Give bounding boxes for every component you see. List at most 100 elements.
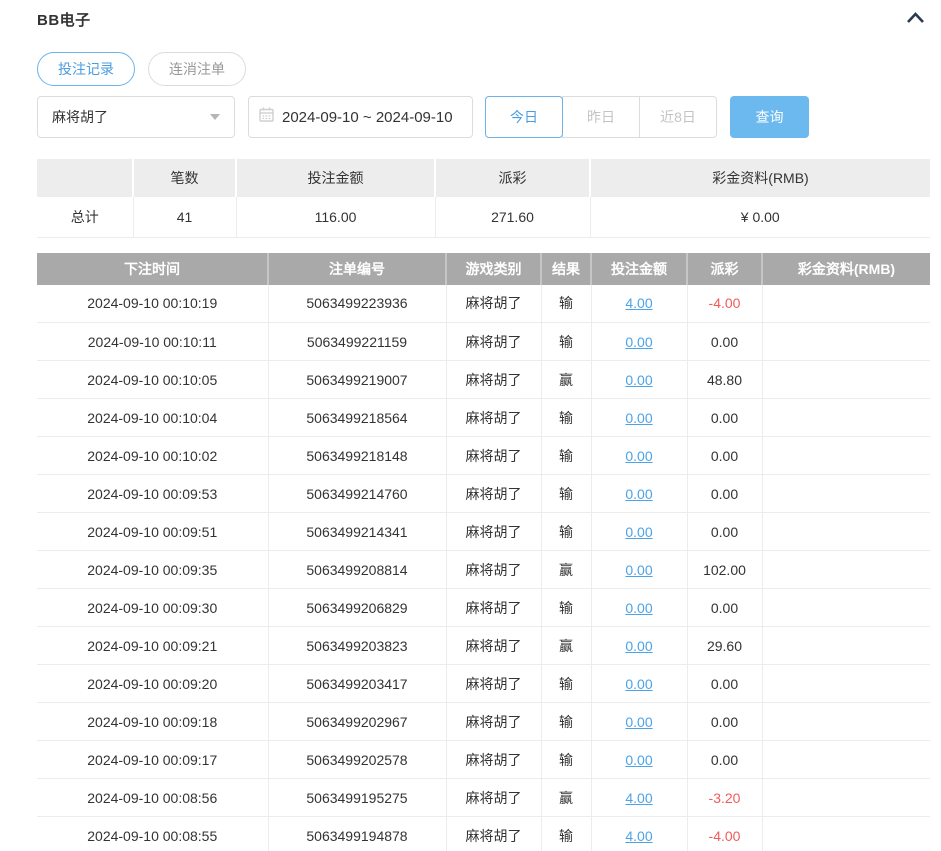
bonus-value [762,475,930,513]
table-row: 2024-09-10 00:09:30 5063499206829 麻将胡了 输… [37,589,930,627]
order-number: 5063499202578 [268,741,446,779]
game-type: 麻将胡了 [446,285,541,323]
game-type: 麻将胡了 [446,399,541,437]
bet-amount-link[interactable]: 0.00 [625,600,652,616]
collapse-button[interactable] [901,10,930,28]
bet-amount-link[interactable]: 0.00 [625,714,652,730]
bet-amount-link[interactable]: 0.00 [625,410,652,426]
order-number: 5063499214341 [268,513,446,551]
result-value: 赢 [541,551,591,589]
bet-time: 2024-09-10 00:09:53 [37,475,268,513]
order-number: 5063499219007 [268,361,446,399]
search-button[interactable]: 查询 [730,96,809,138]
bet-time: 2024-09-10 00:09:18 [37,703,268,741]
filter-bar: 麻将胡了 2024-09-10 ~ 2024-09-10 今日 昨日 近8日 查… [37,96,930,138]
bet-amount-link[interactable]: 0.00 [625,486,652,502]
record-tabs: 投注记录 连消注单 [37,52,930,86]
game-type: 麻将胡了 [446,665,541,703]
payout-value: 0.00 [687,437,762,475]
calendar-icon [259,107,274,127]
bonus-value [762,361,930,399]
bet-amount-link[interactable]: 4.00 [625,828,652,844]
result-value: 输 [541,589,591,627]
summary-total-bonus: ¥ 0.00 [590,197,930,237]
bonus-value [762,551,930,589]
table-row: 2024-09-10 00:09:35 5063499208814 麻将胡了 赢… [37,551,930,589]
result-value: 输 [541,475,591,513]
bets-header-result: 结果 [541,253,591,285]
range-last8days-button[interactable]: 近8日 [639,96,717,138]
payout-value: -4.00 [687,817,762,851]
bet-amount-link[interactable]: 4.00 [625,790,652,806]
payout-value: 0.00 [687,665,762,703]
bets-header-order-no: 注单编号 [268,253,446,285]
table-row: 2024-09-10 00:09:51 5063499214341 麻将胡了 输… [37,513,930,551]
summary-table: 笔数 投注金额 派彩 彩金资料(RMB) 总计 41 116.00 271.60… [37,159,930,238]
payout-value: 0.00 [687,399,762,437]
game-type: 麻将胡了 [446,323,541,361]
payout-value: 0.00 [687,323,762,361]
result-value: 输 [541,703,591,741]
summary-total-count: 41 [133,197,236,237]
bet-amount-cell: 0.00 [591,551,687,589]
result-value: 输 [541,741,591,779]
table-row: 2024-09-10 00:08:56 5063499195275 麻将胡了 赢… [37,779,930,817]
result-value: 输 [541,817,591,851]
game-select[interactable]: 麻将胡了 [37,96,235,138]
bet-time: 2024-09-10 00:10:05 [37,361,268,399]
order-number: 5063499194878 [268,817,446,851]
range-yesterday-button[interactable]: 昨日 [562,96,640,138]
game-type: 麻将胡了 [446,817,541,851]
game-type: 麻将胡了 [446,589,541,627]
bet-amount-link[interactable]: 0.00 [625,448,652,464]
bet-amount-link[interactable]: 0.00 [625,752,652,768]
date-range-input[interactable]: 2024-09-10 ~ 2024-09-10 [248,96,473,138]
game-type: 麻将胡了 [446,551,541,589]
summary-header-bonus: 彩金资料(RMB) [590,159,930,197]
bet-amount-link[interactable]: 0.00 [625,562,652,578]
tab-bet-records[interactable]: 投注记录 [37,52,135,86]
table-row: 2024-09-10 00:09:53 5063499214760 麻将胡了 输… [37,475,930,513]
summary-header-blank [37,159,133,197]
table-row: 2024-09-10 00:10:04 5063499218564 麻将胡了 输… [37,399,930,437]
bet-amount-link[interactable]: 0.00 [625,372,652,388]
result-value: 输 [541,665,591,703]
order-number: 5063499208814 [268,551,446,589]
order-number: 5063499203417 [268,665,446,703]
game-select-value: 麻将胡了 [52,107,108,127]
order-number: 5063499202967 [268,703,446,741]
result-value: 输 [541,437,591,475]
bets-table: 下注时间 注单编号 游戏类别 结果 投注金额 派彩 彩金资料(RMB) 2024… [37,253,930,851]
bet-amount-cell: 0.00 [591,475,687,513]
bonus-value [762,323,930,361]
result-value: 输 [541,323,591,361]
table-row: 2024-09-10 00:09:17 5063499202578 麻将胡了 输… [37,741,930,779]
tab-cascade-bets[interactable]: 连消注单 [148,52,246,86]
bet-time: 2024-09-10 00:09:30 [37,589,268,627]
result-value: 输 [541,399,591,437]
payout-value: 0.00 [687,513,762,551]
bet-amount-link[interactable]: 0.00 [625,524,652,540]
bet-time: 2024-09-10 00:10:04 [37,399,268,437]
date-range-value: 2024-09-10 ~ 2024-09-10 [282,109,453,126]
summary-total-label: 总计 [37,197,133,237]
bet-amount-link[interactable]: 0.00 [625,334,652,350]
bet-amount-link[interactable]: 0.00 [625,638,652,654]
order-number: 5063499218564 [268,399,446,437]
bet-amount-link[interactable]: 0.00 [625,676,652,692]
summary-header-bet-amount: 投注金额 [236,159,435,197]
summary-total-payout: 271.60 [435,197,590,237]
summary-total-bet-amount: 116.00 [236,197,435,237]
table-row: 2024-09-10 00:09:18 5063499202967 麻将胡了 输… [37,703,930,741]
bet-amount-cell: 0.00 [591,703,687,741]
bet-time: 2024-09-10 00:09:51 [37,513,268,551]
bet-amount-cell: 4.00 [591,817,687,851]
bet-time: 2024-09-10 00:08:56 [37,779,268,817]
range-today-button[interactable]: 今日 [485,96,563,138]
summary-header-payout: 派彩 [435,159,590,197]
table-row: 2024-09-10 00:09:21 5063499203823 麻将胡了 赢… [37,627,930,665]
bet-amount-link[interactable]: 4.00 [625,295,652,311]
result-value: 输 [541,285,591,323]
payout-value: 48.80 [687,361,762,399]
bonus-value [762,703,930,741]
